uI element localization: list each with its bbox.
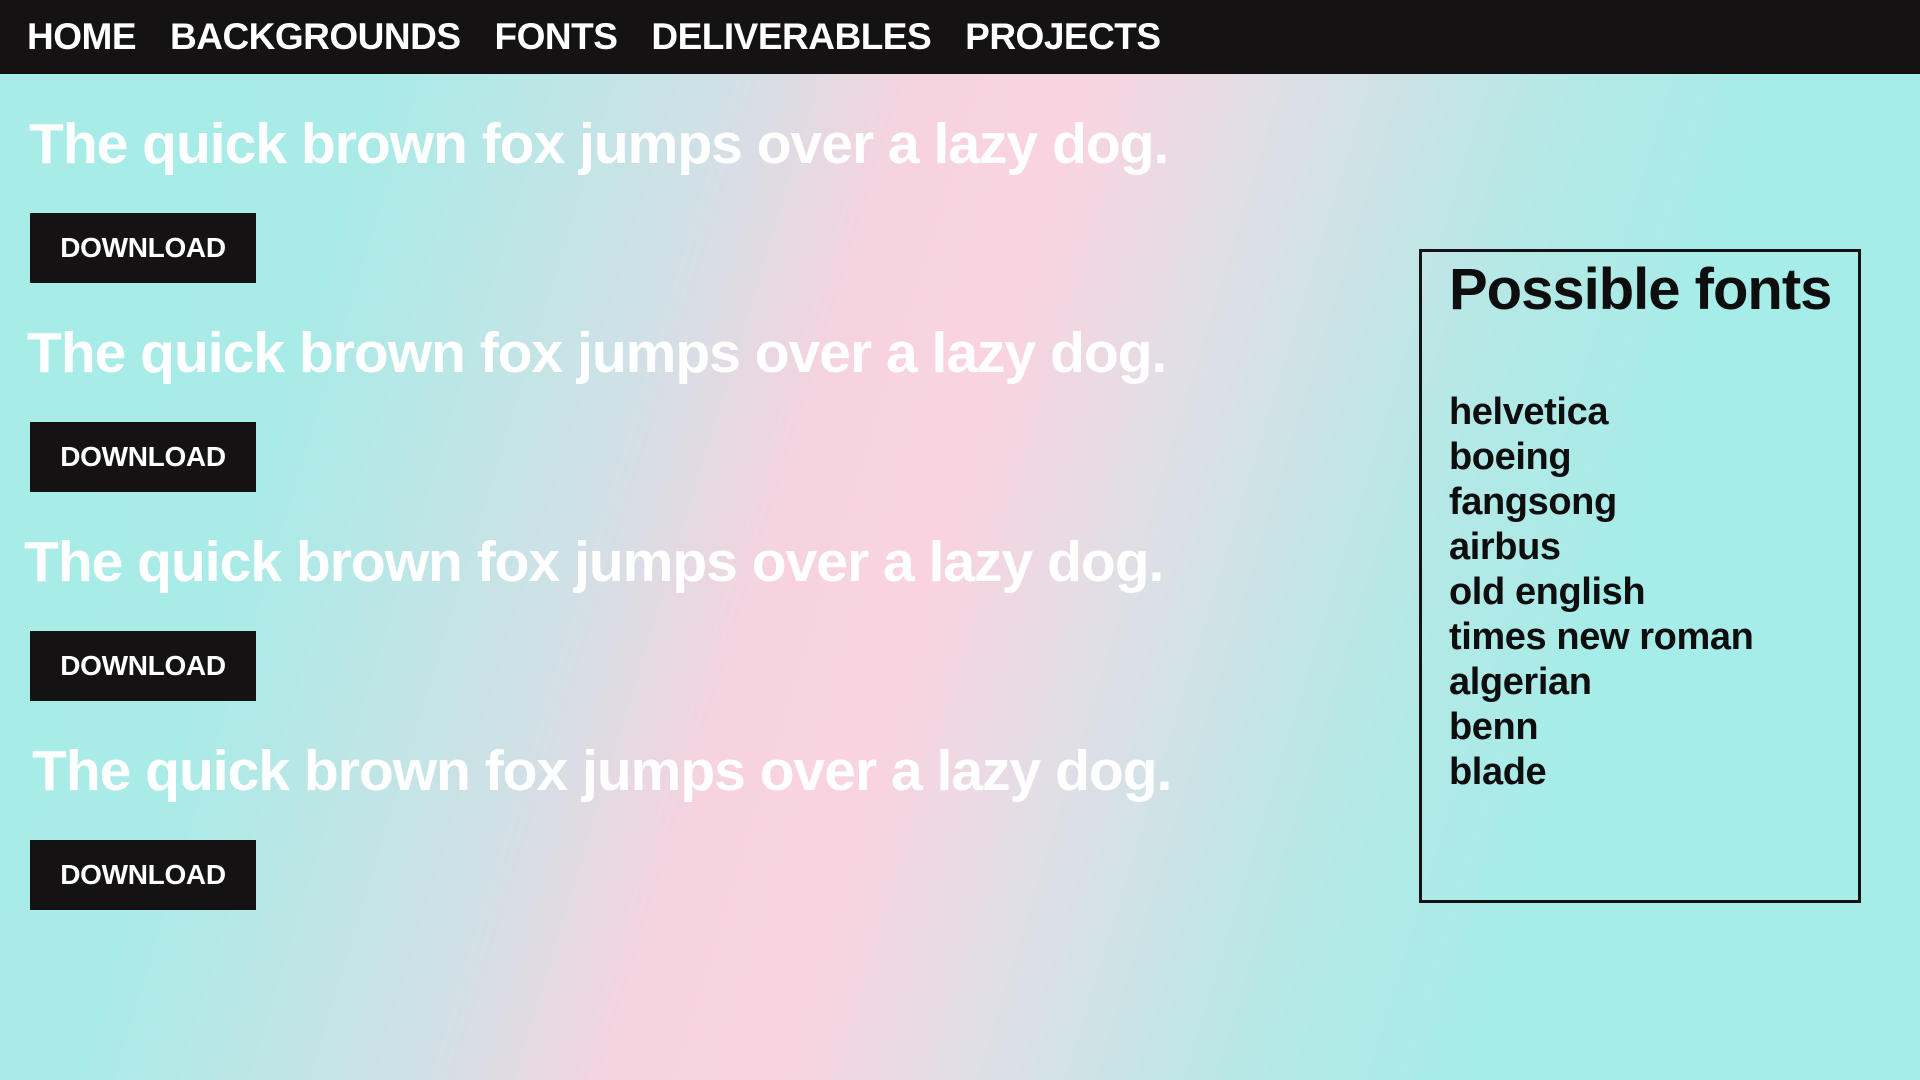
nav-fonts[interactable]: FONTS (495, 16, 618, 58)
font-item-blade: blade (1449, 751, 1547, 793)
font-item-boeing: boeing (1449, 436, 1572, 478)
nav-backgrounds[interactable]: BACKGROUNDS (170, 16, 461, 58)
font-sample-text-2: The quick brown fox jumps over a lazy do… (27, 321, 1167, 385)
font-item-helvetica: helvetica (1449, 391, 1609, 433)
nav-projects[interactable]: PROJECTS (965, 16, 1161, 58)
font-item-fangsong: fangsong (1449, 481, 1617, 523)
download-button-4[interactable]: DOWNLOAD (30, 840, 256, 910)
font-item-old-english: old english (1449, 571, 1646, 613)
font-sample-text-4: The quick brown fox jumps over a lazy do… (32, 739, 1172, 803)
download-button-3[interactable]: DOWNLOAD (30, 631, 256, 701)
font-sample-text-3: The quick brown fox jumps over a lazy do… (24, 530, 1164, 594)
fonts-list: helvetica boeing fangsong airbus old eng… (1449, 390, 1754, 795)
font-item-times-new-roman: times new roman (1449, 616, 1754, 658)
possible-fonts-panel: Possible fonts helvetica boeing fangsong… (1419, 249, 1861, 903)
font-item-benn: benn (1449, 706, 1539, 748)
panel-title: Possible fonts (1449, 257, 1832, 322)
font-sample-text-1: The quick brown fox jumps over a lazy do… (29, 112, 1169, 176)
font-item-airbus: airbus (1449, 526, 1561, 568)
nav-deliverables[interactable]: DELIVERABLES (651, 16, 931, 58)
download-button-1[interactable]: DOWNLOAD (30, 213, 256, 283)
nav-home[interactable]: HOME (27, 16, 137, 58)
download-button-2[interactable]: DOWNLOAD (30, 422, 256, 492)
top-navigation: HOME BACKGROUNDS FONTS DELIVERABLES PROJ… (0, 0, 1920, 74)
font-item-algerian: algerian (1449, 661, 1592, 703)
